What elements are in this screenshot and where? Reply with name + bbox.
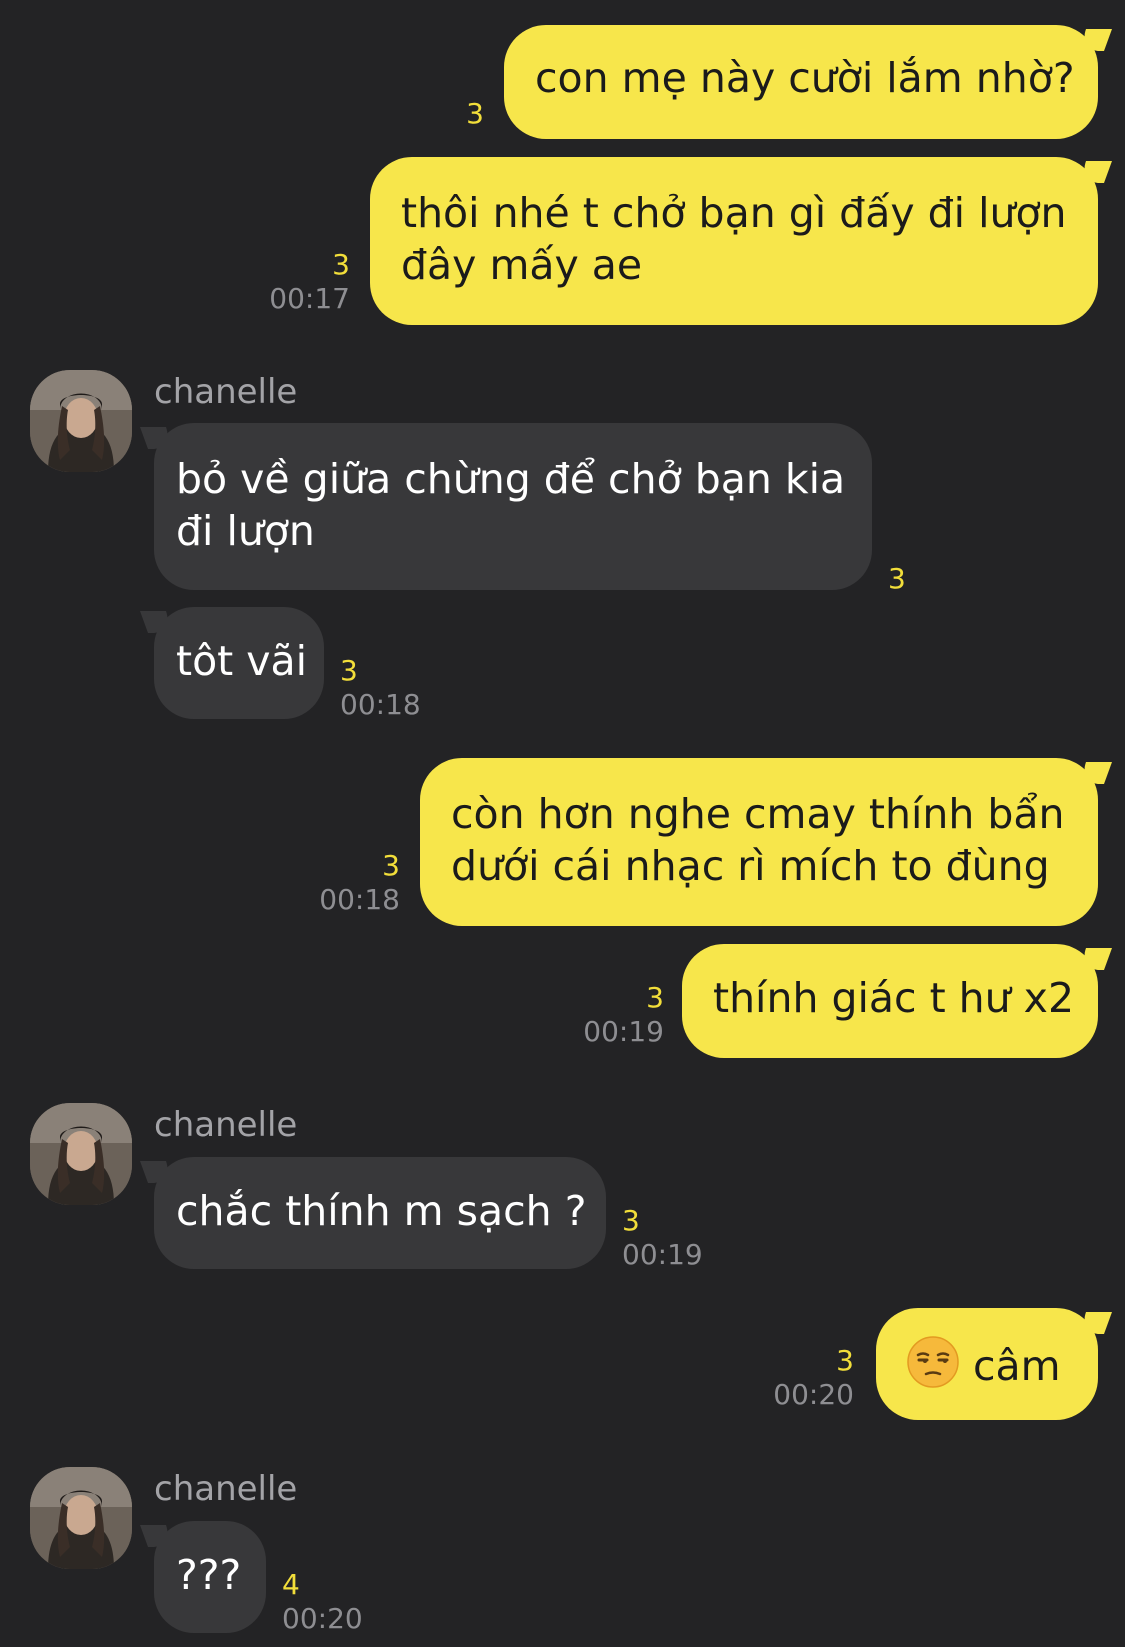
avatar[interactable] <box>30 370 132 472</box>
read-count: 3 <box>646 981 664 1014</box>
message-meta: 3 00:19 <box>622 1204 742 1272</box>
avatar-photo <box>30 1103 132 1205</box>
message-text: con mẹ này cười lắm nhờ? <box>535 54 1075 102</box>
read-count: 3 <box>888 562 906 595</box>
timestamp: 00:17 <box>269 282 350 315</box>
message-meta: 3 00:17 <box>250 248 350 316</box>
their-message-bubble[interactable]: tôt vãi <box>154 607 324 719</box>
unamused-face-emoji <box>907 1336 959 1388</box>
message-text: tôt vãi <box>176 637 308 685</box>
read-count: 3 <box>622 1204 640 1237</box>
sender-name: chanelle <box>154 372 298 412</box>
message-meta: 3 <box>888 562 948 596</box>
timestamp: 00:20 <box>773 1378 854 1411</box>
read-count: 3 <box>332 248 350 281</box>
read-count: 3 <box>340 654 358 687</box>
sender-name: chanelle <box>154 1469 298 1509</box>
message-text: chắc thính m sạch ? <box>176 1187 587 1235</box>
message-meta: 3 00:19 <box>560 981 664 1049</box>
read-count: 3 <box>836 1344 854 1377</box>
message-text: còn hơn nghe cmay thính bẩn <box>451 790 1065 838</box>
sender-name: chanelle <box>154 1105 298 1145</box>
message-meta: 3 <box>420 97 484 131</box>
message-text: thính giác t hư x2 <box>713 974 1075 1022</box>
read-count: 3 <box>466 97 484 130</box>
timestamp: 00:19 <box>583 1015 664 1048</box>
read-count: 4 <box>282 1568 300 1601</box>
avatar-photo <box>30 1467 132 1569</box>
message-text: câm <box>973 1342 1061 1390</box>
my-message-bubble[interactable]: câm <box>876 1308 1098 1420</box>
message-meta: 3 00:20 <box>750 1344 854 1412</box>
my-message-bubble[interactable]: thôi nhé t chở bạn gì đấy đi lượn đây mấ… <box>370 157 1098 325</box>
avatar-photo <box>30 370 132 472</box>
timestamp: 00:18 <box>340 688 421 721</box>
message-text: ??? <box>176 1551 242 1599</box>
timestamp: 00:20 <box>282 1602 363 1635</box>
message-meta: 3 00:18 <box>340 654 460 722</box>
my-message-bubble[interactable]: con mẹ này cười lắm nhờ? <box>504 25 1098 139</box>
message-text: bỏ về giữa chừng để chở bạn kia <box>176 455 846 503</box>
timestamp: 00:18 <box>319 883 400 916</box>
my-message-bubble[interactable]: thính giác t hư x2 <box>682 944 1098 1058</box>
avatar[interactable] <box>30 1467 132 1569</box>
message-meta: 4 00:20 <box>282 1568 402 1636</box>
message-text: dưới cái nhạc rì mích to đùng <box>451 842 1050 890</box>
message-text: đi lượn <box>176 507 315 555</box>
avatar[interactable] <box>30 1103 132 1205</box>
their-message-bubble[interactable]: bỏ về giữa chừng để chở bạn kia đi lượn <box>154 423 872 590</box>
their-message-bubble[interactable]: chắc thính m sạch ? <box>154 1157 606 1269</box>
read-count: 3 <box>382 849 400 882</box>
my-message-bubble[interactable]: còn hơn nghe cmay thính bẩn dưới cái nhạ… <box>420 758 1098 926</box>
message-text: đây mấy ae <box>401 241 643 289</box>
their-message-bubble[interactable]: ??? <box>154 1521 266 1633</box>
message-meta: 3 00:18 <box>300 849 400 917</box>
message-text: thôi nhé t chở bạn gì đấy đi lượn <box>401 189 1067 237</box>
timestamp: 00:19 <box>622 1238 703 1271</box>
